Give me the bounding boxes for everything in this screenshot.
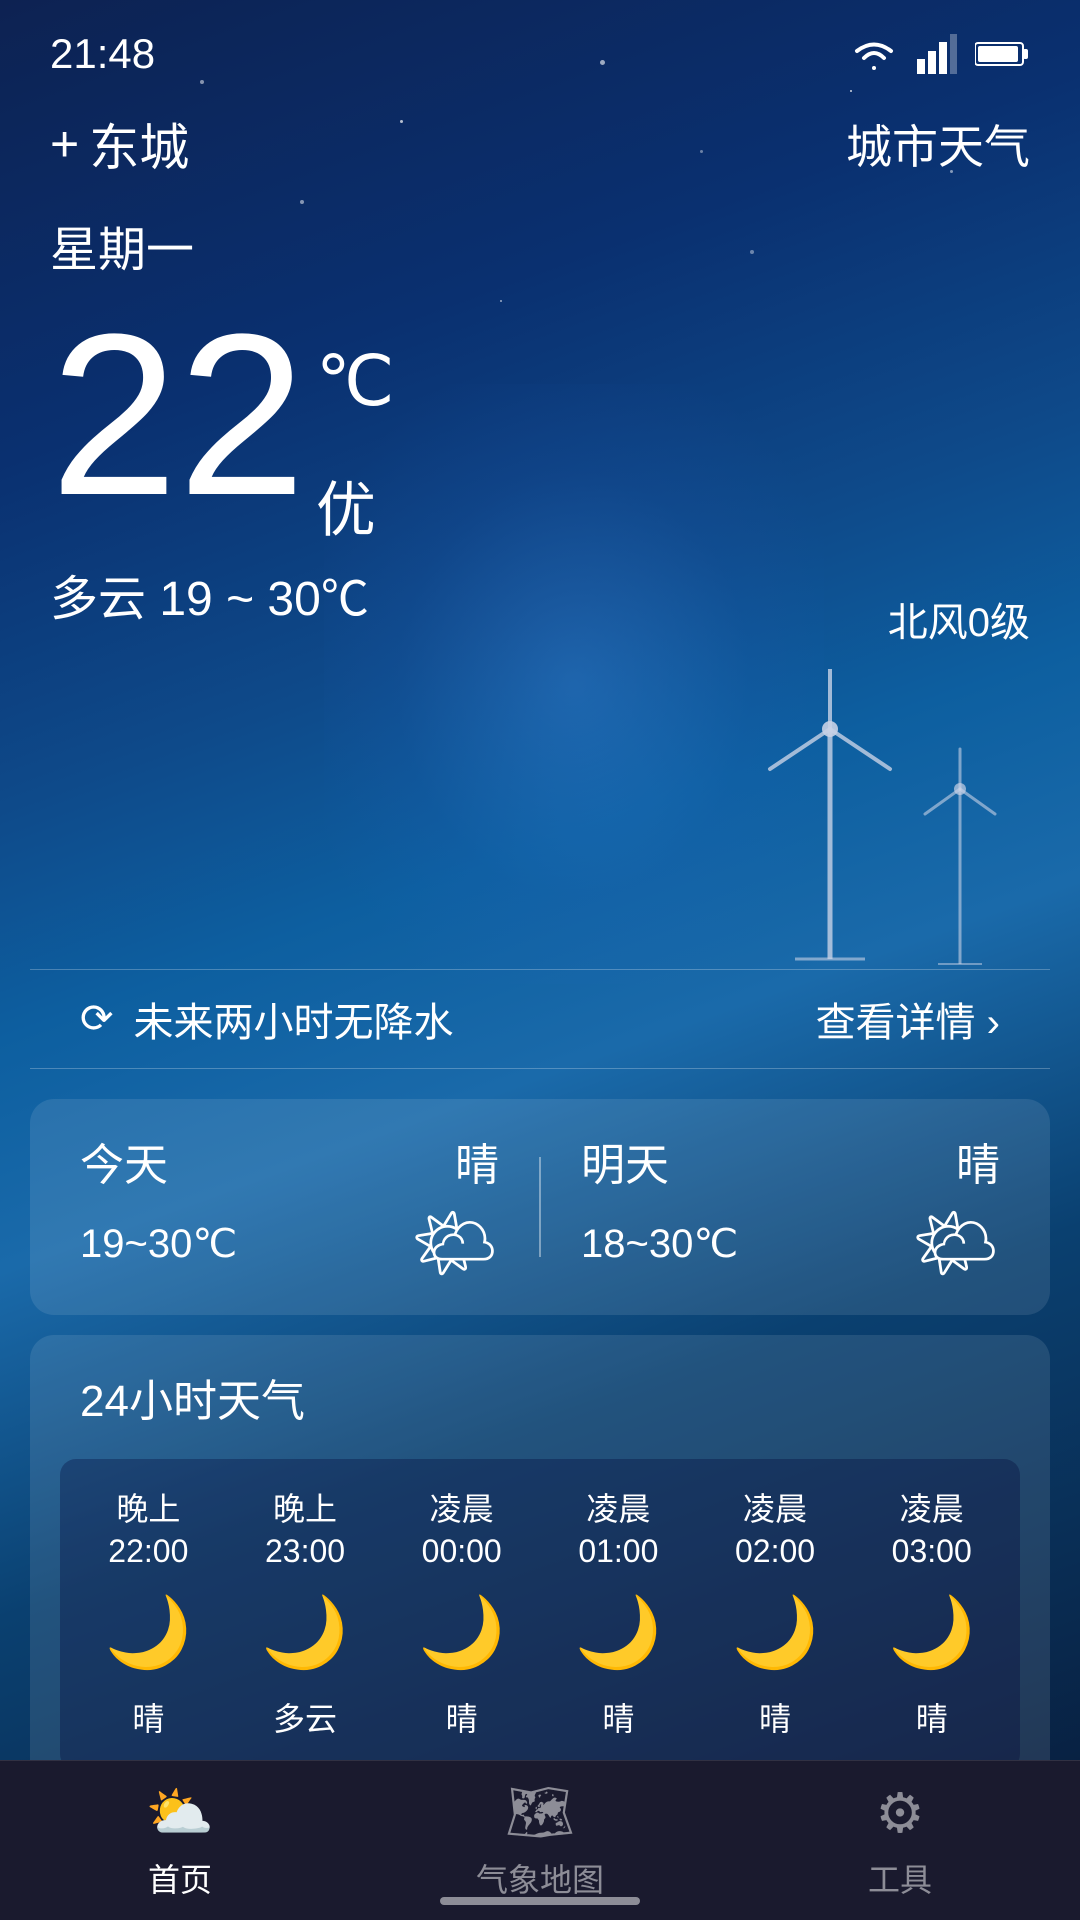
nav-map[interactable]: 🗺 气象地图 — [360, 1780, 720, 1901]
home-icon: ⛅ — [146, 1780, 214, 1845]
hour-icon: 🌙 — [731, 1592, 818, 1674]
view-detail-text: 查看详情 › — [816, 990, 1000, 1048]
hour-label: 凌晨01:00 — [578, 1489, 658, 1572]
nav-home-label: 首页 — [148, 1855, 212, 1901]
day-label: 星期一 — [0, 180, 1080, 280]
map-icon: 🗺 — [505, 1780, 575, 1845]
location-name: 东城 — [89, 108, 189, 180]
status-bar: 21:48 — [0, 0, 1080, 88]
header: + 东城 城市天气 — [0, 88, 1080, 180]
temperature-unit: ℃ — [316, 340, 395, 422]
hour-icon: 🌙 — [261, 1592, 348, 1674]
hour-label: 凌晨03:00 — [892, 1489, 972, 1572]
hour-condition: 晴 — [916, 1694, 948, 1740]
tomorrow-temp: 18~30℃ — [581, 1221, 738, 1267]
hourly-col: 晚上23:00 🌙 多云 — [227, 1489, 384, 1740]
status-time: 21:48 — [50, 30, 155, 78]
hourly-table: 晚上22:00 🌙 晴 晚上23:00 🌙 多云 凌晨00:00 🌙 晴 凌晨0… — [60, 1459, 1020, 1770]
hour-condition: 晴 — [132, 1694, 164, 1740]
home-indicator — [440, 1897, 640, 1905]
hour-label: 晚上22:00 — [108, 1489, 188, 1572]
hourly-row: 晚上22:00 🌙 晴 晚上23:00 🌙 多云 凌晨00:00 🌙 晴 凌晨0… — [70, 1489, 1010, 1740]
hourly-col: 凌晨00:00 🌙 晴 — [383, 1489, 540, 1740]
hourly-title: 24小时天气 — [60, 1365, 1020, 1429]
daily-row: 今天 晴 19~30℃ 🌤 明天 晴 18~30℃ 🌤 — [80, 1129, 1000, 1285]
temperature-value: 22 — [50, 300, 306, 530]
hour-label: 凌晨02:00 — [735, 1489, 815, 1572]
hour-icon: 🌙 — [105, 1592, 192, 1674]
today-header: 今天 晴 — [80, 1129, 499, 1193]
tomorrow-label: 明天 — [581, 1129, 669, 1193]
nav-tools-label: 工具 — [868, 1855, 932, 1901]
tomorrow-icon: 🌤 — [911, 1203, 1000, 1285]
today-temp: 19~30℃ — [80, 1221, 237, 1267]
city-weather-title[interactable]: 城市天气 — [846, 111, 1030, 177]
add-location-button[interactable]: + — [50, 115, 79, 173]
nav-home[interactable]: ⛅ 首页 — [0, 1780, 360, 1901]
daily-separator — [539, 1157, 541, 1257]
air-quality: 优 — [316, 462, 395, 549]
battery-icon — [975, 39, 1030, 69]
daily-forecast-card: 今天 晴 19~30℃ 🌤 明天 晴 18~30℃ 🌤 — [30, 1099, 1050, 1315]
hourly-col: 晚上22:00 🌙 晴 — [70, 1489, 227, 1740]
hour-condition: 晴 — [759, 1694, 791, 1740]
tomorrow-bottom: 18~30℃ 🌤 — [581, 1203, 1000, 1285]
hour-icon: 🌙 — [418, 1592, 505, 1674]
temperature-right: ℃ 优 — [316, 340, 395, 549]
temperature-main: 22 ℃ 优 — [50, 300, 1030, 549]
temperature-section: 22 ℃ 优 — [0, 280, 1080, 549]
nav-tools[interactable]: ⚙ 工具 — [720, 1781, 1080, 1901]
hour-icon: 🌙 — [888, 1592, 975, 1674]
nav-map-label: 气象地图 — [476, 1855, 604, 1901]
precipitation-text: 未来两小时无降水 — [134, 990, 454, 1048]
today-label: 今天 — [80, 1129, 168, 1193]
wind-turbines — [630, 669, 1030, 969]
wifi-icon — [849, 34, 899, 74]
hour-condition: 晴 — [602, 1694, 634, 1740]
turbines-area — [0, 649, 1080, 969]
hour-label: 晚上23:00 — [265, 1489, 345, 1572]
status-icons — [849, 34, 1030, 74]
view-detail[interactable]: 查看详情 › — [816, 990, 1000, 1048]
precip-icon: ⟳ — [80, 996, 114, 1042]
hourly-col: 凌晨01:00 🌙 晴 — [540, 1489, 697, 1740]
hourly-forecast-card: 24小时天气 晚上22:00 🌙 晴 晚上23:00 🌙 多云 凌晨00:00 … — [30, 1335, 1050, 1810]
hourly-col: 凌晨02:00 🌙 晴 — [697, 1489, 854, 1740]
precipitation-bar: ⟳ 未来两小时无降水 查看详情 › — [30, 969, 1050, 1069]
signal-icon — [917, 34, 957, 74]
hour-icon: 🌙 — [575, 1592, 662, 1674]
today-condition: 晴 — [455, 1129, 499, 1193]
precipitation-info: ⟳ 未来两小时无降水 — [80, 990, 454, 1048]
bottom-navigation: ⛅ 首页 🗺 气象地图 ⚙ 工具 — [0, 1760, 1080, 1920]
tools-icon: ⚙ — [875, 1781, 924, 1845]
tomorrow-condition: 晴 — [956, 1129, 1000, 1193]
hourly-col: 凌晨03:00 🌙 晴 — [853, 1489, 1010, 1740]
today-bottom: 19~30℃ 🌤 — [80, 1203, 499, 1285]
hour-condition: 多云 — [273, 1694, 337, 1740]
hour-condition: 晴 — [446, 1694, 478, 1740]
hour-label: 凌晨00:00 — [422, 1489, 502, 1572]
tomorrow-forecast: 明天 晴 18~30℃ 🌤 — [581, 1129, 1000, 1285]
today-forecast: 今天 晴 19~30℃ 🌤 — [80, 1129, 499, 1285]
wind-info: 北风0级 — [888, 590, 1030, 648]
today-icon: 🌤 — [410, 1203, 499, 1285]
tomorrow-header: 明天 晴 — [581, 1129, 1000, 1193]
